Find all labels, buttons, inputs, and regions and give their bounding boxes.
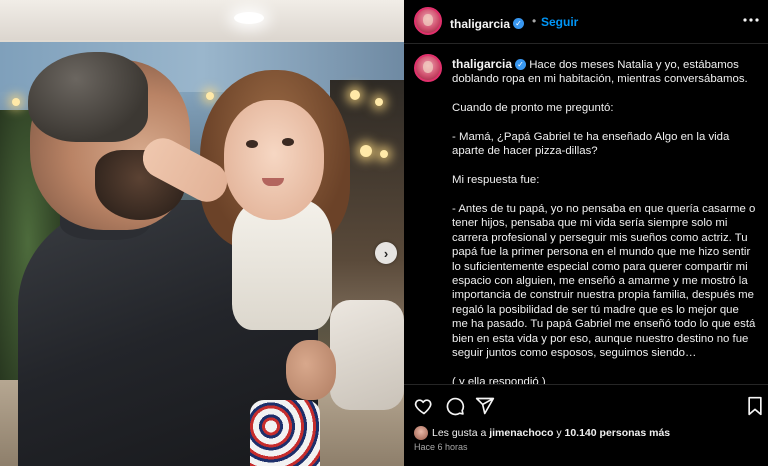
photo-light (375, 98, 383, 106)
bookmark-icon[interactable] (746, 396, 766, 416)
caption-paragraph: Mi respuesta fue: (452, 174, 540, 187)
verified-badge-icon: ✓ (515, 59, 527, 71)
caption-text: thaligarcia ✓ Hace dos meses Natalia y yo… (452, 57, 757, 384)
likes-summary[interactable]: Les gusta a jimenachoco y 10.140 persona… (414, 426, 670, 440)
more-options-icon[interactable] (742, 11, 760, 34)
photo-pillow (330, 300, 404, 410)
likes-prefix: Les gusta a (432, 426, 487, 439)
photo-girl-eye (282, 138, 294, 146)
caption-paragraph: - Antes de tu papá, yo no pensaba en que… (452, 203, 759, 360)
header-separator: • (532, 14, 537, 28)
share-icon[interactable] (475, 396, 495, 416)
likes-count[interactable]: 10.140 personas más (565, 427, 671, 439)
verified-badge-icon: ✓ (513, 18, 525, 30)
caption-username[interactable]: thaligarcia (452, 57, 512, 71)
post-timestamp[interactable]: Hace 6 horas (414, 442, 468, 452)
post-side-panel: thaligarcia ✓ • Seguir thaligarcia ✓ Hace … (404, 0, 768, 466)
photo-ceiling-light (234, 12, 264, 24)
liker-avatar (414, 426, 428, 440)
photo-girl-eye (246, 140, 258, 148)
post-author: thaligarcia ✓ (450, 15, 525, 33)
caption-avatar[interactable] (414, 54, 442, 82)
post-photo[interactable]: › (0, 0, 404, 466)
comment-icon[interactable] (445, 396, 465, 416)
author-username[interactable]: thaligarcia (450, 17, 510, 31)
photo-light (206, 92, 214, 100)
post-header: thaligarcia ✓ • Seguir (404, 0, 768, 44)
caption-paragraph: Cuando de pronto me preguntó: (452, 102, 614, 115)
liker-username[interactable]: jimenachoco (489, 427, 553, 439)
caption-first-paragraph: thaligarcia ✓ Hace dos meses Natalia y yo… (452, 57, 757, 87)
post-caption: thaligarcia ✓ Hace dos meses Natalia y yo… (404, 44, 768, 384)
photo-girl-pants (250, 400, 320, 466)
photo-light (360, 145, 372, 157)
profile-avatar[interactable] (414, 7, 442, 35)
caption-paragraph: - Mamá, ¿Papá Gabriel te ha enseñado Alg… (452, 131, 733, 158)
heart-icon[interactable] (414, 396, 434, 416)
photo-light (12, 98, 20, 106)
chevron-right-icon: › (383, 245, 389, 261)
photo-girl-face (224, 100, 324, 220)
likes-connector: y (556, 426, 562, 439)
photo-light (380, 150, 388, 158)
carousel-next-button[interactable]: › (375, 242, 397, 264)
caption-paragraph: ( y ella respondió ) (452, 375, 546, 384)
photo-light (350, 90, 360, 100)
follow-button[interactable]: Seguir (541, 15, 578, 29)
photo-man-hand (286, 340, 336, 400)
photo-ceiling (0, 0, 404, 40)
post-actions (404, 384, 768, 424)
